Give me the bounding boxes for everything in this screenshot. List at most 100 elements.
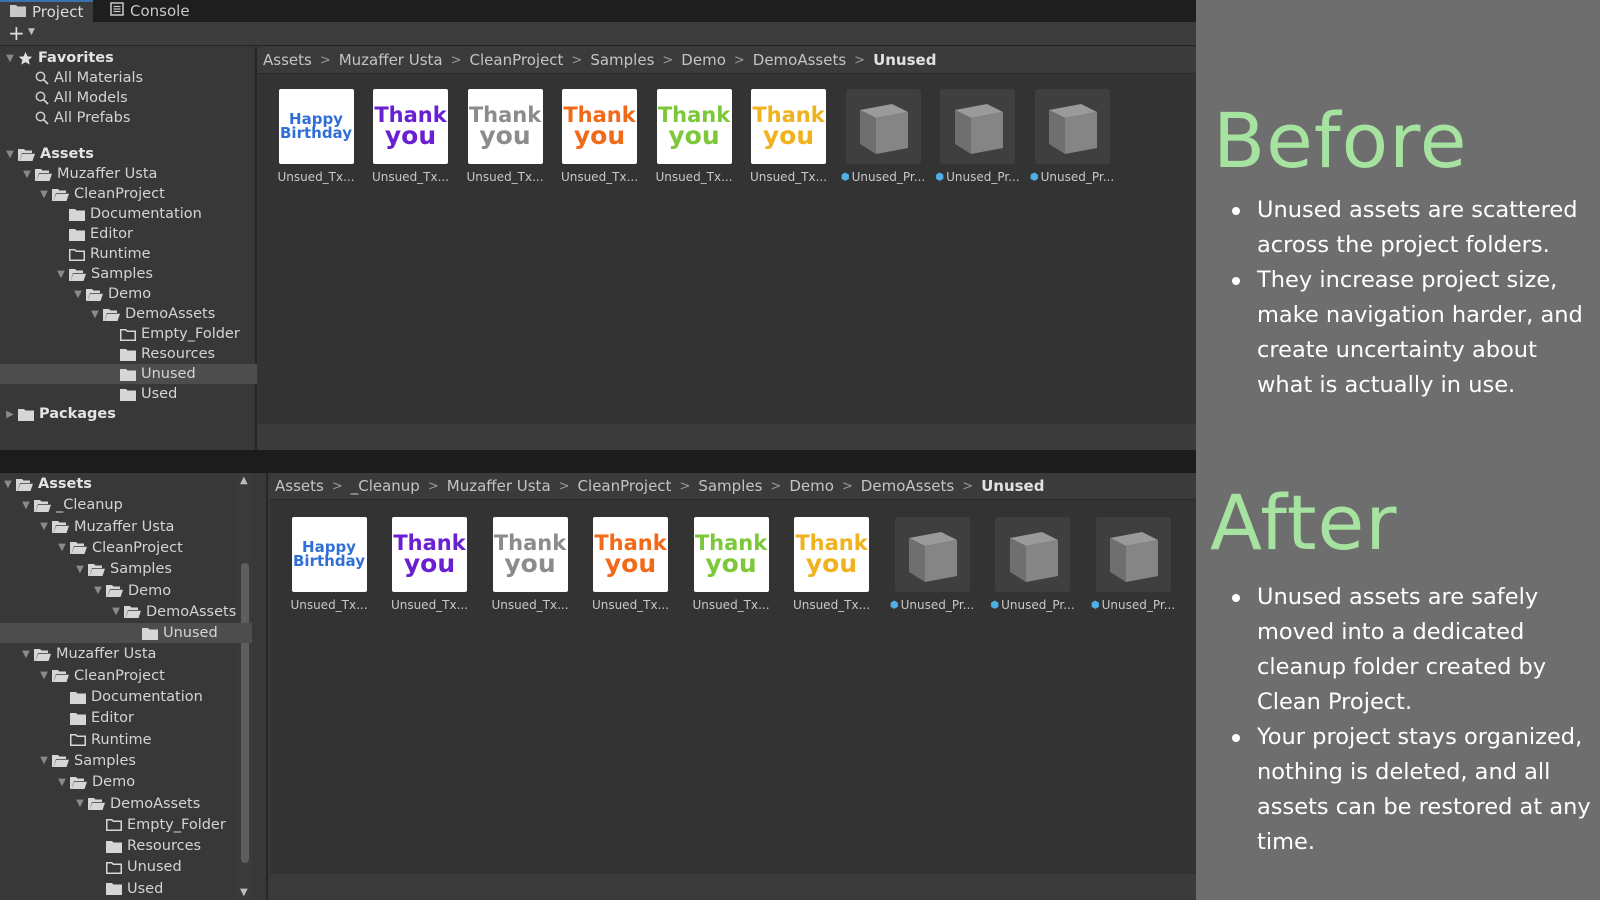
tree-item[interactable]: ▼ DemoAssets bbox=[0, 794, 252, 814]
prefab-asset[interactable]: ⬢ Unused_Pr... bbox=[890, 517, 974, 612]
tree-item[interactable]: ▼ Demo bbox=[0, 284, 257, 304]
breadcrumb-item[interactable]: Muzaffer Usta bbox=[339, 51, 443, 69]
collapse-arrow-icon[interactable]: ▶ bbox=[4, 409, 16, 420]
tree-item-label: CleanProject bbox=[74, 667, 165, 684]
expand-arrow-icon[interactable]: ▼ bbox=[38, 521, 50, 532]
tree-item[interactable]: ▼ Demo bbox=[0, 581, 252, 601]
breadcrumb-item[interactable]: _Cleanup bbox=[351, 477, 420, 495]
expand-arrow-icon[interactable]: ▼ bbox=[20, 500, 32, 511]
tree-item[interactable]: ▼ Assets bbox=[0, 144, 257, 164]
expand-arrow-icon[interactable]: ▼ bbox=[2, 479, 14, 490]
breadcrumb-item[interactable]: CleanProject bbox=[470, 51, 564, 69]
breadcrumb-item[interactable]: CleanProject bbox=[578, 477, 672, 495]
breadcrumb-item[interactable]: Demo bbox=[789, 477, 834, 495]
expand-arrow-icon[interactable]: ▼ bbox=[72, 289, 84, 300]
texture-asset[interactable]: Thank you Unsued_Tx... bbox=[390, 517, 470, 612]
texture-asset[interactable]: Thank you Unsued_Tx... bbox=[371, 89, 451, 184]
tree-item[interactable]: Unused bbox=[0, 857, 252, 877]
texture-asset[interactable]: Thank you Unsued_Tx... bbox=[749, 89, 829, 184]
breadcrumb-item[interactable]: Unused bbox=[873, 51, 936, 69]
tab-project[interactable]: Project bbox=[0, 0, 94, 22]
tree-item[interactable]: ▼ CleanProject bbox=[0, 184, 257, 204]
texture-asset[interactable]: Thank you Unsued_Tx... bbox=[591, 517, 671, 612]
prefab-asset[interactable]: ⬢ Unused_Pr... bbox=[935, 89, 1020, 184]
texture-asset[interactable]: Happy Birthday Unsued_Tx... bbox=[276, 89, 356, 184]
tree-item[interactable]: ▼ Favorites bbox=[0, 48, 257, 68]
breadcrumb-item[interactable]: Unused bbox=[981, 477, 1044, 495]
tree-item[interactable]: ▼ Muzaffer Usta bbox=[0, 164, 257, 184]
tree-item-label: Samples bbox=[91, 266, 153, 282]
tree-item[interactable]: ▼ DemoAssets bbox=[0, 304, 257, 324]
prefab-asset[interactable]: ⬢ Unused_Pr... bbox=[841, 89, 925, 184]
tab-console[interactable]: Console bbox=[100, 0, 200, 22]
expand-arrow-icon[interactable]: ▼ bbox=[4, 149, 16, 160]
tree-item[interactable]: Documentation bbox=[0, 204, 257, 224]
asset-name: Unsued_Tx... bbox=[490, 598, 570, 612]
tree-item[interactable]: ▼ Samples bbox=[0, 264, 257, 284]
expand-arrow-icon[interactable]: ▼ bbox=[56, 542, 68, 553]
expand-arrow-icon[interactable]: ▼ bbox=[21, 169, 33, 180]
tree-item[interactable]: Documentation bbox=[0, 687, 252, 707]
breadcrumb-item[interactable]: Muzaffer Usta bbox=[447, 477, 551, 495]
texture-asset[interactable]: Thank you Unsued_Tx... bbox=[654, 89, 734, 184]
tree-item[interactable]: Empty_Folder bbox=[0, 815, 252, 835]
panel-splitter[interactable] bbox=[266, 473, 268, 900]
expand-arrow-icon[interactable]: ▼ bbox=[20, 649, 32, 660]
texture-asset[interactable]: Thank you Unsued_Tx... bbox=[490, 517, 570, 612]
texture-asset[interactable]: Thank you Unsued_Tx... bbox=[465, 89, 545, 184]
tree-item[interactable]: Runtime bbox=[0, 730, 252, 750]
tree-item[interactable]: ▼ Assets bbox=[0, 474, 252, 494]
tree-item[interactable]: All Materials bbox=[0, 68, 257, 88]
expand-arrow-icon[interactable]: ▼ bbox=[110, 606, 122, 617]
tree-item[interactable]: Editor bbox=[0, 224, 257, 244]
expand-arrow-icon[interactable]: ▼ bbox=[56, 777, 68, 788]
tree-item[interactable]: All Prefabs bbox=[0, 108, 257, 128]
prefab-asset[interactable]: ⬢ Unused_Pr... bbox=[1091, 517, 1175, 612]
texture-asset[interactable]: Happy Birthday Unsued_Tx... bbox=[289, 517, 369, 612]
add-asset-button[interactable]: + bbox=[8, 22, 25, 44]
tree-item[interactable]: ▼ Muzaffer Usta bbox=[0, 644, 252, 664]
texture-asset[interactable]: Thank you Unsued_Tx... bbox=[691, 517, 771, 612]
breadcrumb-item[interactable]: DemoAssets bbox=[861, 477, 954, 495]
tree-item[interactable]: Editor bbox=[0, 708, 252, 728]
tree-item[interactable]: Runtime bbox=[0, 244, 257, 264]
tree-item[interactable]: All Models bbox=[0, 88, 257, 108]
tree-item[interactable]: ▶ Packages bbox=[0, 404, 257, 424]
tree-item[interactable]: Empty_Folder bbox=[0, 324, 257, 344]
tree-item[interactable]: Resources bbox=[0, 344, 257, 364]
expand-arrow-icon[interactable]: ▼ bbox=[4, 53, 16, 64]
tree-item[interactable]: ▼ Samples bbox=[0, 559, 252, 579]
tree-item[interactable]: Resources bbox=[0, 836, 252, 856]
texture-asset[interactable]: Thank you Unsued_Tx... bbox=[792, 517, 872, 612]
tree-item[interactable]: ▼ Samples bbox=[0, 751, 252, 771]
tree-item[interactable]: Used bbox=[0, 384, 257, 404]
prefab-asset[interactable]: ⬢ Unused_Pr... bbox=[1030, 89, 1114, 184]
texture-asset[interactable]: Thank you Unsued_Tx... bbox=[560, 89, 640, 184]
tree-item[interactable]: Used bbox=[0, 879, 252, 899]
tree-item[interactable]: ▼ _Cleanup bbox=[0, 495, 252, 515]
expand-arrow-icon[interactable]: ▼ bbox=[38, 670, 50, 681]
breadcrumb-item[interactable]: Samples bbox=[590, 51, 654, 69]
expand-arrow-icon[interactable]: ▼ bbox=[92, 585, 104, 596]
tree-item[interactable]: ▼ DemoAssets bbox=[0, 602, 252, 622]
breadcrumb-item[interactable]: Assets bbox=[263, 51, 312, 69]
expand-arrow-icon[interactable]: ▼ bbox=[89, 309, 101, 320]
expand-arrow-icon[interactable]: ▼ bbox=[38, 189, 50, 200]
tree-item[interactable]: ▼ CleanProject bbox=[0, 666, 252, 686]
breadcrumb-item[interactable]: Demo bbox=[681, 51, 726, 69]
tree-item[interactable]: Unused bbox=[0, 364, 257, 384]
expand-arrow-icon[interactable]: ▼ bbox=[55, 269, 67, 280]
tree-item[interactable]: ▼ Muzaffer Usta bbox=[0, 517, 252, 537]
tree-item[interactable]: ▼ CleanProject bbox=[0, 538, 252, 558]
breadcrumb-item[interactable]: Samples bbox=[698, 477, 762, 495]
breadcrumb-item[interactable]: DemoAssets bbox=[753, 51, 846, 69]
prefab-asset[interactable]: ⬢ Unused_Pr... bbox=[990, 517, 1075, 612]
expand-arrow-icon[interactable]: ▼ bbox=[74, 798, 86, 809]
tree-item[interactable]: ▼ Demo bbox=[0, 772, 252, 792]
expand-arrow-icon[interactable]: ▼ bbox=[74, 564, 86, 575]
breadcrumb-item[interactable]: Assets bbox=[275, 477, 324, 495]
chevron-down-icon[interactable]: ▼ bbox=[28, 27, 35, 37]
tree-item[interactable]: Unused bbox=[0, 623, 252, 644]
expand-arrow-icon[interactable]: ▼ bbox=[38, 755, 50, 766]
folder-open-icon bbox=[69, 268, 86, 281]
